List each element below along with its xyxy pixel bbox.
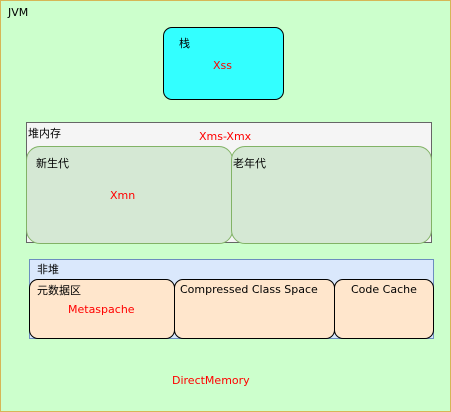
stack-label: 栈 <box>179 37 190 50</box>
metaspace-param: Metaspache <box>68 303 135 316</box>
old-generation-label: 老年代 <box>233 157 266 170</box>
young-generation-param: Xmn <box>110 189 136 202</box>
non-heap-label: 非堆 <box>37 263 59 276</box>
young-generation-label: 新生代 <box>36 157 69 170</box>
jvm-diagram: JVM 栈 Xss 堆内存 Xms-Xmx 新生代 Xmn 老年代 非堆 元数据… <box>0 0 451 412</box>
compressed-class-space-label: Compressed Class Space <box>180 283 318 296</box>
jvm-label: JVM <box>8 6 29 19</box>
metaspace-label: 元数据区 <box>37 284 81 297</box>
stack-param: Xss <box>213 59 232 72</box>
heap-label: 堆内存 <box>28 127 61 140</box>
heap-param: Xms-Xmx <box>199 130 252 143</box>
code-cache-label: Code Cache <box>351 283 417 296</box>
direct-memory-label: DirectMemory <box>172 374 250 387</box>
